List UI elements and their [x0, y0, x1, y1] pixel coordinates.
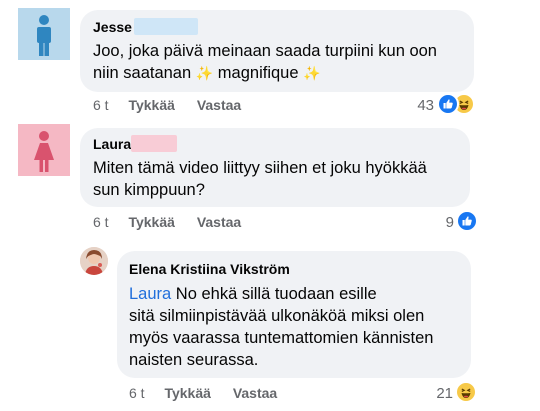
timestamp[interactable]: 6 t [93, 214, 109, 230]
like-button[interactable]: Tykkää [128, 214, 174, 230]
reply-button[interactable]: Vastaa [197, 214, 241, 230]
male-silhouette-icon [37, 15, 51, 56]
reply-button[interactable]: Vastaa [233, 385, 277, 401]
comment-actions: 6 t Tykkää Vastaa [93, 97, 241, 113]
comment-text: Miten tämä video liittyy siihen et joku … [93, 159, 427, 199]
like-reaction-icon[interactable] [456, 210, 478, 232]
comment-author[interactable]: Elena Kristiina Vikström [129, 261, 290, 277]
reply-button[interactable]: Vastaa [197, 97, 241, 113]
sparkles-icon: ✨ [303, 65, 321, 81]
comment-author[interactable]: Laura [93, 136, 131, 152]
mention-link[interactable]: Laura [129, 285, 171, 303]
like-reaction-icon[interactable] [437, 93, 459, 115]
comment-actions: 6 t Tykkää Vastaa [129, 385, 277, 401]
sparkles-icon: ✨ [195, 65, 214, 81]
female-silhouette-icon [34, 131, 54, 172]
reaction-count[interactable]: 43 [404, 97, 434, 114]
reaction-count[interactable]: 21 [423, 385, 453, 402]
comment-text: Joo, joka päivä meinaan saada turpiini k… [93, 42, 437, 82]
timestamp[interactable]: 6 t [93, 97, 109, 113]
reaction-count[interactable]: 9 [424, 214, 454, 231]
like-button[interactable]: Tykkää [164, 385, 210, 401]
avatar-jesse[interactable] [18, 8, 70, 60]
redacted-surname [131, 135, 177, 152]
comment-text: Laura No ehkä sillä tuodaan esille sitä … [129, 285, 434, 369]
comment-actions: 6 t Tykkää Vastaa [93, 214, 241, 230]
avatar-elena[interactable] [80, 247, 108, 275]
haha-reaction-icon[interactable] [455, 381, 477, 403]
avatar-laura[interactable] [18, 124, 70, 176]
comment-author[interactable]: Jesse [93, 19, 132, 35]
profile-photo [80, 247, 108, 275]
redacted-surname [134, 18, 198, 35]
like-button[interactable]: Tykkää [128, 97, 174, 113]
timestamp[interactable]: 6 t [129, 385, 145, 401]
